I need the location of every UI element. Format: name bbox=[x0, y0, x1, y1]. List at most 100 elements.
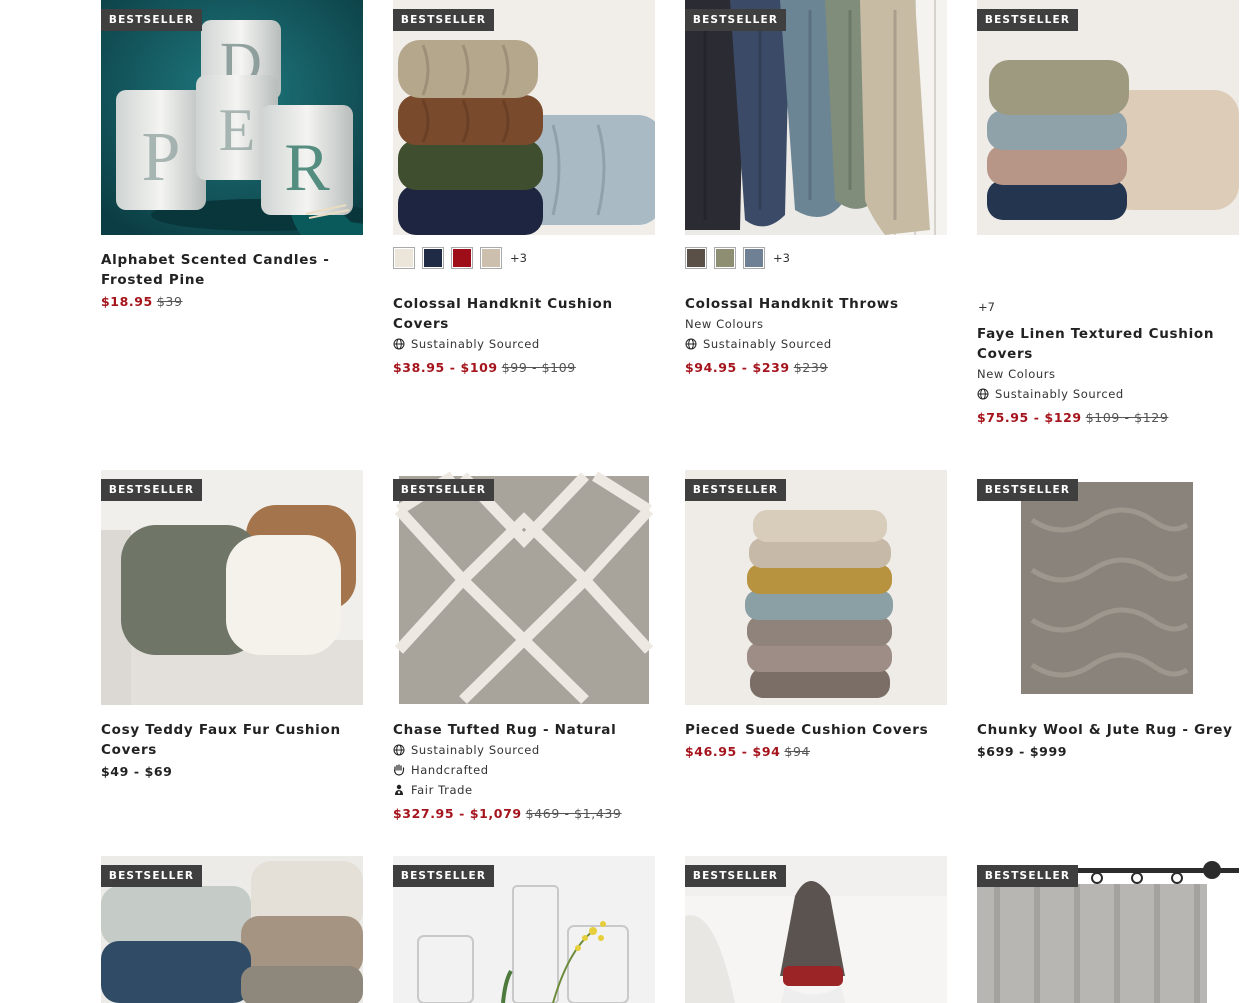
globe-icon bbox=[977, 388, 989, 400]
jute-rug-photo bbox=[977, 470, 1239, 705]
swatch[interactable] bbox=[480, 247, 502, 269]
price: $94.95 - $239 $239 bbox=[685, 358, 947, 378]
price: $38.95 - $109 $99 - $109 bbox=[393, 358, 655, 378]
teddy-cushions-photo bbox=[101, 470, 363, 705]
swatch[interactable] bbox=[685, 247, 707, 269]
linen-cushions-photo bbox=[977, 0, 1239, 235]
more-colours[interactable]: +3 bbox=[510, 251, 527, 265]
product-image[interactable]: BESTSELLER bbox=[977, 856, 1239, 1003]
bestseller-badge: BESTSELLER bbox=[685, 9, 786, 31]
product-card[interactable]: D P E R BESTSELLER Alphabet Scented Cand… bbox=[101, 0, 363, 312]
product-card[interactable]: BESTSELLER Chase Tufted Rug - Natural Su… bbox=[393, 470, 655, 824]
product-card[interactable]: BESTSELLER bbox=[101, 856, 363, 1003]
bestseller-badge: BESTSELLER bbox=[685, 479, 786, 501]
svg-text:R: R bbox=[284, 129, 330, 205]
product-image[interactable]: BESTSELLER bbox=[101, 470, 363, 705]
product-card[interactable]: BESTSELLER Chunky Wool & Jute Rug - Grey… bbox=[977, 470, 1239, 762]
suede-cushions-photo bbox=[685, 470, 947, 705]
fair-trade-icon bbox=[395, 784, 403, 795]
price: $18.95 $39 bbox=[101, 292, 363, 312]
regular-price: $49 - $69 bbox=[101, 764, 173, 779]
price: $75.95 - $129 $109 - $129 bbox=[977, 408, 1239, 428]
product-title[interactable]: Pieced Suede Cushion Covers bbox=[685, 720, 947, 740]
product-title[interactable]: Colossal Handknit Cushion Covers bbox=[393, 294, 655, 334]
bestseller-badge: BESTSELLER bbox=[393, 479, 494, 501]
product-image[interactable]: BESTSELLER bbox=[393, 470, 655, 705]
throws-photo bbox=[685, 0, 947, 235]
product-image[interactable]: BESTSELLER bbox=[685, 856, 947, 1003]
price: $49 - $69 bbox=[101, 762, 363, 782]
feature-label: Sustainably Sourced bbox=[995, 387, 1124, 401]
bestseller-badge: BESTSELLER bbox=[977, 9, 1078, 31]
colour-swatches: +3 bbox=[393, 238, 655, 278]
feature-label: Handcrafted bbox=[411, 763, 489, 777]
feature-label: Sustainably Sourced bbox=[411, 743, 540, 757]
sale-price: $18.95 bbox=[101, 294, 153, 309]
bestseller-badge: BESTSELLER bbox=[101, 865, 202, 887]
product-card[interactable]: BESTSELLER Cosy Teddy Faux Fur Cushion C… bbox=[101, 470, 363, 782]
product-card[interactable]: BESTSELLER +3 Colossal Handknit Cushion … bbox=[393, 0, 655, 378]
swatch[interactable] bbox=[451, 247, 473, 269]
sale-price: $94.95 - $239 bbox=[685, 360, 790, 375]
colour-swatches: +3 bbox=[685, 238, 947, 278]
swatch[interactable] bbox=[743, 247, 765, 269]
feature-handcrafted: Handcrafted bbox=[393, 760, 655, 780]
product-image[interactable]: D P E R BESTSELLER bbox=[101, 0, 363, 235]
globe-icon bbox=[393, 744, 405, 756]
swatch[interactable] bbox=[393, 247, 415, 269]
price: $327.95 - $1,079 $469 - $1,439 bbox=[393, 804, 655, 824]
sale-price: $46.95 - $94 bbox=[685, 744, 781, 759]
product-card[interactable]: BESTSELLER bbox=[685, 856, 947, 1003]
bestseller-badge: BESTSELLER bbox=[977, 479, 1078, 501]
product-title[interactable]: Alphabet Scented Candles - Frosted Pine bbox=[101, 250, 363, 290]
original-price: $469 - $1,439 bbox=[525, 806, 622, 821]
product-title[interactable]: Chunky Wool & Jute Rug - Grey bbox=[977, 720, 1239, 740]
product-image[interactable]: BESTSELLER bbox=[977, 470, 1239, 705]
candles-photo: D P E R bbox=[101, 0, 363, 235]
colour-swatches: +7 bbox=[977, 290, 1239, 324]
knit-cushions-photo bbox=[393, 0, 655, 235]
product-card[interactable]: BESTSELLER +7 Faye Linen Textured Cushio… bbox=[977, 0, 1239, 428]
chase-rug-photo bbox=[393, 470, 655, 705]
product-card[interactable]: BESTSELLER Pieced Suede Cushion Covers $… bbox=[685, 470, 947, 762]
product-card[interactable]: BESTSELLER bbox=[393, 856, 655, 1003]
swatch[interactable] bbox=[422, 247, 444, 269]
product-title[interactable]: Chase Tufted Rug - Natural bbox=[393, 720, 655, 740]
price: $699 - $999 bbox=[977, 742, 1239, 762]
swatch[interactable] bbox=[714, 247, 736, 269]
sale-price: $38.95 - $109 bbox=[393, 360, 498, 375]
more-colours[interactable]: +3 bbox=[773, 251, 790, 265]
original-price: $99 - $109 bbox=[501, 360, 576, 375]
feature-sustainable: Sustainably Sourced bbox=[393, 334, 655, 354]
feature-label: Fair Trade bbox=[411, 783, 473, 797]
globe-icon bbox=[393, 338, 405, 350]
feature-sustainable: Sustainably Sourced bbox=[685, 334, 947, 354]
bestseller-badge: BESTSELLER bbox=[101, 9, 202, 31]
new-colours-label: New Colours bbox=[685, 317, 764, 331]
sale-price: $75.95 - $129 bbox=[977, 410, 1082, 425]
product-image[interactable]: BESTSELLER bbox=[393, 0, 655, 235]
original-price: $109 - $129 bbox=[1085, 410, 1169, 425]
product-title[interactable]: Colossal Handknit Throws bbox=[685, 294, 947, 314]
original-price: $239 bbox=[793, 360, 828, 375]
new-colours-label: New Colours bbox=[977, 367, 1056, 381]
product-title[interactable]: Faye Linen Textured Cushion Covers bbox=[977, 324, 1239, 364]
bestseller-badge: BESTSELLER bbox=[393, 865, 494, 887]
product-image[interactable]: BESTSELLER bbox=[685, 0, 947, 235]
product-card[interactable]: BESTSELLER +3 Colossal Handknit Throws N… bbox=[685, 0, 947, 378]
product-image[interactable]: BESTSELLER bbox=[393, 856, 655, 1003]
original-price: $94 bbox=[784, 744, 811, 759]
bestseller-badge: BESTSELLER bbox=[977, 865, 1078, 887]
product-image[interactable]: BESTSELLER bbox=[101, 856, 363, 1003]
product-card[interactable]: BESTSELLER bbox=[977, 856, 1239, 1003]
feature-label: Sustainably Sourced bbox=[703, 337, 832, 351]
original-price: $39 bbox=[156, 294, 183, 309]
product-image[interactable]: BESTSELLER bbox=[685, 470, 947, 705]
product-title[interactable]: Cosy Teddy Faux Fur Cushion Covers bbox=[101, 720, 363, 760]
product-image[interactable]: BESTSELLER bbox=[977, 0, 1239, 235]
bestseller-badge: BESTSELLER bbox=[101, 479, 202, 501]
more-colours[interactable]: +7 bbox=[978, 300, 995, 314]
regular-price: $699 - $999 bbox=[977, 744, 1068, 759]
feature-sustainable: Sustainably Sourced bbox=[393, 740, 655, 760]
price: $46.95 - $94 $94 bbox=[685, 742, 947, 762]
